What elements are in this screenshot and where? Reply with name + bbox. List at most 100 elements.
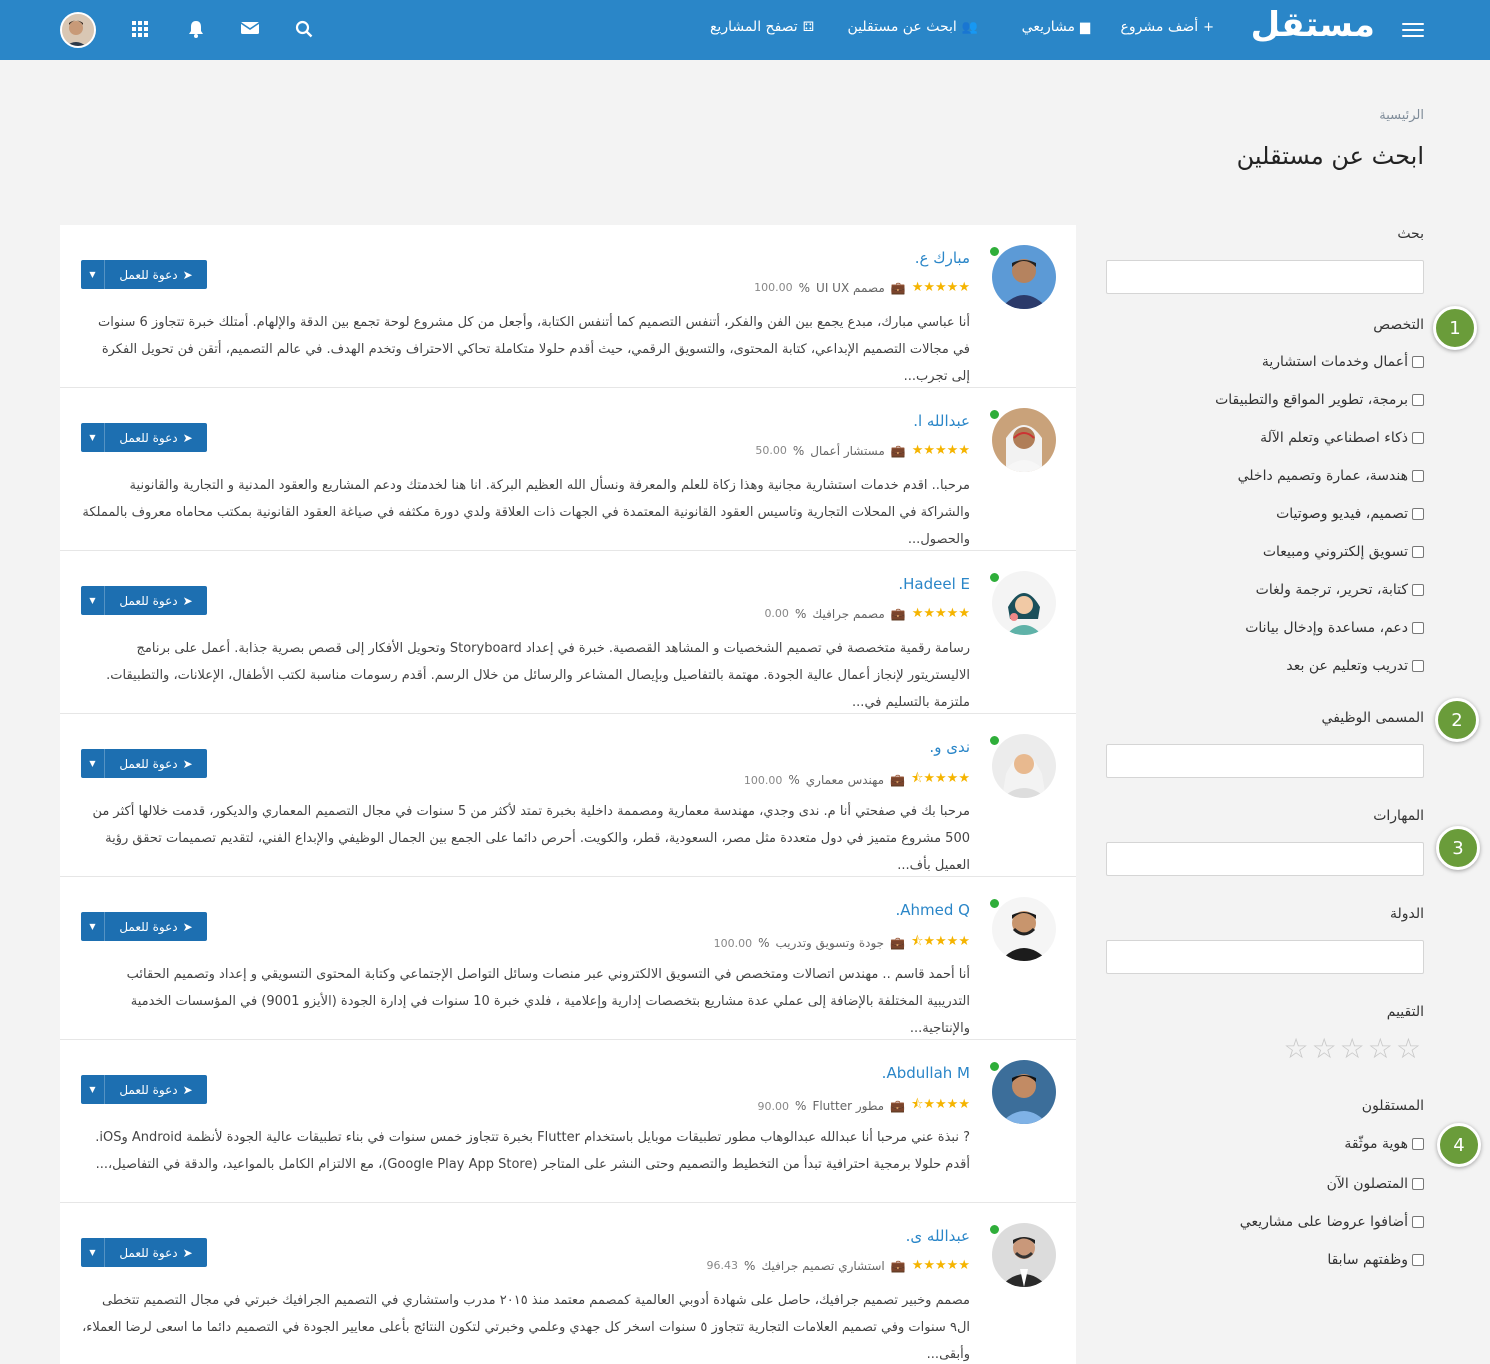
star-outline-icon[interactable]: ☆ xyxy=(1312,1032,1340,1065)
checkbox[interactable] xyxy=(1412,394,1424,406)
freelancer-meta: ★★★★⯪ 💼 مهندس معماري % 100.00 xyxy=(744,769,970,791)
search-label: بحث xyxy=(1397,226,1424,242)
nav-browse-projects[interactable]: ⚃ تصفح المشاريع xyxy=(710,19,814,35)
freelancer-list: مبارك ع. ★★★★★ 💼 مصمم UI UX % 100.00 أنا… xyxy=(60,225,1076,1364)
specialty-checkbox-6[interactable]: كتابة، تحرير، ترجمة ولغات xyxy=(1256,582,1424,598)
checkbox[interactable] xyxy=(1412,1138,1424,1150)
checkbox[interactable] xyxy=(1412,1216,1424,1228)
chevron-down-icon[interactable]: ▼ xyxy=(81,749,105,778)
freelancer-meta: ★★★★★ 💼 مصمم جرافيك % 0.00 xyxy=(764,606,970,621)
checkbox[interactable] xyxy=(1412,356,1424,368)
paper-plane-icon: ➤ xyxy=(182,919,193,934)
percent-icon: % xyxy=(792,443,805,458)
filter-bid-on-my-projects[interactable]: أضافوا عروضا على مشاريعي xyxy=(1240,1214,1424,1230)
chevron-down-icon[interactable]: ▼ xyxy=(81,586,105,615)
specialty-checkbox-0[interactable]: أعمال وخدمات استشارية xyxy=(1262,354,1424,370)
filter-hired-before[interactable]: وظفتهم سابقا xyxy=(1327,1252,1424,1268)
freelancer-name[interactable]: Abdullah M. xyxy=(882,1064,970,1082)
envelope-icon[interactable] xyxy=(240,20,260,40)
freelancer-name[interactable]: Ahmed Q. xyxy=(896,901,971,919)
invite-button[interactable]: ▼ ➤ دعوة للعمل xyxy=(81,1075,207,1104)
freelancer-avatar[interactable] xyxy=(992,1223,1056,1287)
nav-find-freelancers[interactable]: 👥 ابحث عن مستقلين xyxy=(848,19,978,35)
briefcase-icon: 💼 xyxy=(890,280,906,295)
freelancer-name[interactable]: ندى و. xyxy=(929,738,970,756)
chevron-down-icon[interactable]: ▼ xyxy=(81,260,105,289)
specialty-label: التخصص xyxy=(1373,317,1424,333)
freelancer-name[interactable]: عبدالله ا. xyxy=(913,412,970,430)
apps-grid-icon[interactable] xyxy=(131,20,149,42)
breadcrumb[interactable]: الرئيسية xyxy=(1379,108,1424,123)
checkbox[interactable] xyxy=(1412,470,1424,482)
freelancer-avatar[interactable] xyxy=(992,571,1056,635)
invite-button[interactable]: ▼ ➤ دعوة للعمل xyxy=(81,423,207,452)
user-avatar[interactable] xyxy=(60,12,96,48)
freelancer-avatar[interactable] xyxy=(992,734,1056,798)
freelancer-name[interactable]: مبارك ع. xyxy=(915,249,970,267)
checkbox[interactable] xyxy=(1412,660,1424,672)
top-navbar: مستقل + أضف مشروع ▆ مشاريعي 👥 ابحث عن مس… xyxy=(0,0,1490,60)
nav-add-project[interactable]: + أضف مشروع xyxy=(1121,19,1214,35)
checkbox[interactable] xyxy=(1412,622,1424,634)
plus-icon: + xyxy=(1203,19,1214,35)
job-title-input[interactable] xyxy=(1106,744,1424,778)
freelancer-name[interactable]: Hadeel E. xyxy=(898,575,970,593)
chevron-down-icon[interactable]: ▼ xyxy=(81,912,105,941)
online-indicator xyxy=(989,898,1000,909)
star-outline-icon[interactable]: ☆ xyxy=(1396,1032,1424,1065)
freelancer-avatar[interactable] xyxy=(992,245,1056,309)
bell-icon[interactable] xyxy=(187,20,205,42)
annotation-badge-4: 4 xyxy=(1437,1123,1481,1167)
specialty-checkbox-2[interactable]: ذكاء اصطناعي وتعلم الآلة xyxy=(1260,430,1424,446)
chevron-down-icon[interactable]: ▼ xyxy=(81,423,105,452)
online-indicator xyxy=(989,1224,1000,1235)
invite-button[interactable]: ▼ ➤ دعوة للعمل xyxy=(81,749,207,778)
job-title-label: المسمى الوظيفي xyxy=(1321,710,1424,726)
search-icon[interactable] xyxy=(295,20,313,42)
freelancer-card: عبدالله ا. ★★★★★ 💼 مستشار أعمال % 50.00 … xyxy=(60,388,1076,551)
freelancer-bio: مصمم وخبير تصميم جرافيك، حاصل على شهادة … xyxy=(82,1293,970,1362)
invite-button[interactable]: ▼ ➤ دعوة للعمل xyxy=(81,260,207,289)
specialty-checkbox-5[interactable]: تسويق إلكتروني ومبيعات xyxy=(1263,544,1424,560)
search-input[interactable] xyxy=(1106,260,1424,294)
filter-verified[interactable]: هوية موثّقة xyxy=(1344,1136,1424,1152)
freelancer-card: ندى و. ★★★★⯪ 💼 مهندس معماري % 100.00 مرح… xyxy=(60,714,1076,877)
freelancer-avatar[interactable] xyxy=(992,897,1056,961)
menu-icon[interactable] xyxy=(1398,20,1424,40)
paper-plane-icon: ➤ xyxy=(182,267,193,282)
checkbox[interactable] xyxy=(1412,508,1424,520)
specialty-checkbox-4[interactable]: تصميم، فيديو وصوتيات xyxy=(1276,506,1424,522)
invite-button[interactable]: ▼ ➤ دعوة للعمل xyxy=(81,912,207,941)
specialty-checkbox-1[interactable]: برمجة، تطوير المواقع والتطبيقات xyxy=(1215,392,1424,408)
freelancer-avatar[interactable] xyxy=(992,1060,1056,1124)
invite-button[interactable]: ▼ ➤ دعوة للعمل xyxy=(81,586,207,615)
page-title: ابحث عن مستقلين xyxy=(1236,142,1424,170)
checkbox[interactable] xyxy=(1412,546,1424,558)
site-logo[interactable]: مستقل xyxy=(1251,5,1375,45)
briefcase-icon: 💼 xyxy=(890,1099,906,1113)
checkbox[interactable] xyxy=(1412,1178,1424,1190)
checkbox[interactable] xyxy=(1412,432,1424,444)
chevron-down-icon[interactable]: ▼ xyxy=(81,1238,105,1267)
star-outline-icon[interactable]: ☆ xyxy=(1340,1032,1368,1065)
checkbox[interactable] xyxy=(1412,1254,1424,1266)
freelancer-card: عبدالله ى. ★★★★★ 💼 استشاري تصميم جرافيك … xyxy=(60,1203,1076,1364)
filter-online[interactable]: المتصلون الآن xyxy=(1327,1176,1424,1192)
freelancer-bio: ? نبذة عني مرحبا أنا عبدالله عبدالوهاب م… xyxy=(95,1130,970,1172)
star-outline-icon[interactable]: ☆ xyxy=(1283,1032,1311,1065)
checkbox[interactable] xyxy=(1412,584,1424,596)
specialty-checkbox-7[interactable]: دعم، مساعدة وإدخال بيانات xyxy=(1245,620,1424,636)
country-select[interactable] xyxy=(1106,940,1424,974)
specialty-checkbox-8[interactable]: تدريب وتعليم عن بعد xyxy=(1286,658,1424,674)
star-outline-icon[interactable]: ☆ xyxy=(1368,1032,1396,1065)
skills-input[interactable] xyxy=(1106,842,1424,876)
nav-my-projects[interactable]: ▆ مشاريعي xyxy=(1022,19,1090,35)
freelancer-avatar[interactable] xyxy=(992,408,1056,472)
invite-button[interactable]: ▼ ➤ دعوة للعمل xyxy=(81,1238,207,1267)
specialty-checkbox-3[interactable]: هندسة، عمارة وتصميم داخلي xyxy=(1238,468,1424,484)
annotation-badge-2: 2 xyxy=(1435,698,1479,742)
rating-filter[interactable]: ☆☆☆☆☆ xyxy=(1283,1032,1424,1065)
briefcase-icon: 💼 xyxy=(890,1258,906,1273)
freelancer-name[interactable]: عبدالله ى. xyxy=(906,1227,970,1245)
chevron-down-icon[interactable]: ▼ xyxy=(81,1075,105,1104)
